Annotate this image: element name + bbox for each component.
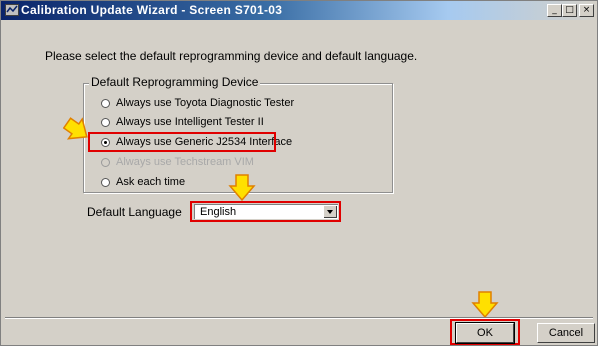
language-select-value: English (200, 206, 237, 218)
yellow-arrow-icon (228, 174, 256, 202)
close-button[interactable]: × (579, 4, 594, 17)
highlight-box-j2534 (88, 132, 276, 152)
radio-option-ask-each-time[interactable]: Ask each time (101, 174, 185, 190)
calibration-app-icon (5, 4, 19, 16)
device-group-legend: Default Reprogramming Device (89, 75, 261, 89)
radio-label: Ask each time (116, 176, 186, 188)
radio-label: Always use Techstream VIM (116, 156, 254, 168)
title-bar[interactable]: Calibration Update Wizard - Screen S701-… (1, 1, 597, 20)
radio-label: Always use Intelligent Tester II (116, 116, 264, 128)
language-select[interactable]: English (194, 204, 338, 219)
radio-option-techstream-vim: Always use Techstream VIM (101, 154, 254, 170)
default-language-label: Default Language (87, 205, 182, 219)
maximize-button[interactable]: □ (562, 4, 577, 17)
radio-label: Always use Toyota Diagnostic Tester (116, 97, 295, 109)
chevron-down-icon[interactable] (324, 206, 337, 218)
yellow-arrow-icon (63, 117, 88, 140)
radio-button[interactable] (101, 177, 110, 187)
radio-button-disabled (101, 157, 110, 167)
cancel-button[interactable]: Cancel (537, 323, 595, 343)
yellow-arrow-icon (471, 291, 499, 319)
radio-button[interactable] (101, 117, 110, 127)
radio-button[interactable] (101, 98, 110, 108)
instruction-text: Please select the default reprogramming … (45, 49, 418, 63)
ok-button[interactable]: OK (455, 322, 515, 344)
wizard-window: Calibration Update Wizard - Screen S701-… (0, 0, 598, 346)
radio-option-intelligent-tester[interactable]: Always use Intelligent Tester II (101, 114, 264, 130)
minimize-button[interactable]: _ (547, 4, 562, 17)
radio-option-toyota-tester[interactable]: Always use Toyota Diagnostic Tester (101, 95, 294, 111)
window-title: Calibration Update Wizard - Screen S701-… (21, 3, 283, 17)
